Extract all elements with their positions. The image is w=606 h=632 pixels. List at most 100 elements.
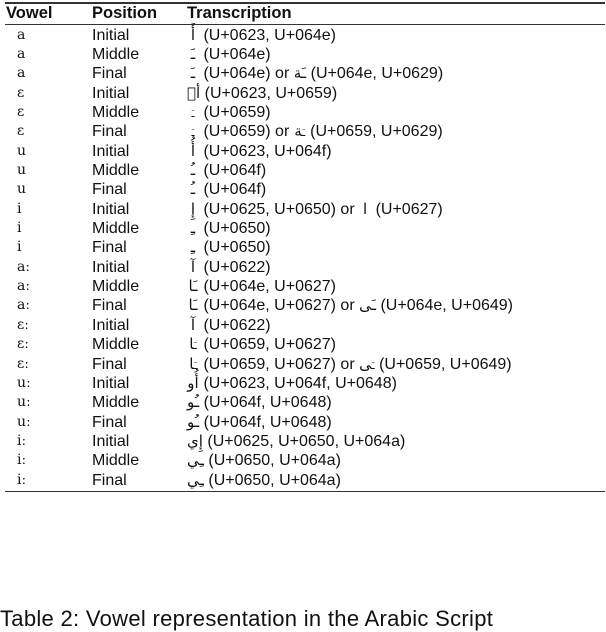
cell-position: Initial [92,316,130,334]
table-row: uː Middle ـُو (U+064f, U+0648) [5,393,605,412]
cell-position: Initial [92,26,130,44]
unicode-codes: (U+064e, U+0627) [203,278,336,296]
cell-transcription: ـٙ (U+0659) [187,103,605,122]
cell-transcription: ـِ (U+0650) [187,238,605,257]
cell-vowel: u [17,142,27,159]
cell-transcription: إِي (U+0625, U+0650, U+064a) [187,432,605,451]
arabic-glyph: ـُو [187,412,200,431]
arabic-glyph-alt: ـٙى [359,354,375,373]
cell-position: Final [92,239,127,257]
cell-vowel: a [17,65,26,82]
unicode-codes-alt: (U+064e, U+0649) [380,297,513,315]
table-row: a Final ـَ (U+064e) or ـَة (U+064e, U+0629… [5,64,605,83]
table-row: i Final ـِ (U+0650) [5,238,605,257]
unicode-codes: (U+0650, U+064a) [208,471,341,489]
cell-vowel: uː [17,374,31,391]
table-row: aː Final ـَا (U+064e, U+0627) or ـَى (U+06… [5,296,605,315]
unicode-codes: (U+0659) [203,104,271,122]
cell-position: Initial [92,258,130,276]
cell-position: Middle [92,46,140,64]
arabic-glyph: ـَ [190,64,196,83]
table-bottom-rule [5,490,605,493]
arabic-glyph: ـٙ [191,103,195,122]
unicode-codes: (U+0623, U+0659) [204,84,338,102]
table-row: ɛː Initial آ (U+0622) [5,316,605,335]
cell-vowel: aː [17,297,31,314]
table-row: u Middle ـُ (U+064f) [5,161,605,180]
cell-position: Middle [92,278,140,296]
cell-vowel: i [17,239,22,256]
cell-position: Middle [92,104,140,122]
arabic-glyph: ـُ [190,161,196,180]
arabic-glyph-alt: ـَى [359,296,377,315]
cell-position: Initial [92,200,130,218]
cell-vowel: iː [17,471,27,488]
cell-position: Initial [92,432,130,450]
cell-transcription: ـٙا (U+0659, U+0627) [187,335,605,354]
unicode-codes: (U+064f) [203,162,267,180]
unicode-codes: (U+064e, U+0627) or [203,297,360,315]
cell-position: Final [92,413,127,431]
unicode-codes: (U+064e) or [203,65,294,83]
cell-transcription: ـٙا (U+0659, U+0627) or ـٙى (U+0659, U+0… [187,355,605,374]
table-body: a Initial أَ (U+0623, U+064e) a Middle ـَ (U+… [5,25,605,491]
table-row: ɛː Final ـٙا (U+0659, U+0627) or ـٙى (U+06… [5,354,605,373]
table-row: ɛ Middle ـٙ (U+0659) [5,103,605,122]
cell-vowel: ɛː [17,316,29,333]
table-row: iː Initial إِي (U+0625, U+0650, U+064a) [5,432,605,451]
cell-transcription: آ (U+0622) [187,258,605,277]
arabic-glyph: ـُ [190,180,196,199]
table-row: ɛ Initial أٙ (U+0623, U+0659) [5,84,605,103]
header-transcription: Transcription [187,4,292,22]
cell-transcription: أُ (U+0623, U+064f) [187,142,605,161]
unicode-codes: (U+0650, U+064a) [208,452,341,470]
arabic-glyph: ـِ [190,238,196,257]
arabic-glyph: ـَا [188,277,198,296]
arabic-glyph: أٙ [187,83,201,102]
unicode-codes-alt: (U+0659, U+0649) [379,355,512,373]
unicode-codes: (U+0622) [203,316,271,334]
unicode-codes: (U+0625, U+0650) or [203,200,360,218]
cell-vowel: uː [17,413,31,430]
arabic-glyph-alt: ا [363,199,368,218]
arabic-glyph: ـُو [187,393,200,412]
cell-vowel: ɛ [17,123,25,140]
cell-position: Final [92,181,127,199]
table-row: iː Middle ـِي (U+0650, U+064a) [5,451,605,470]
unicode-codes: (U+0659, U+0627) or [203,355,360,373]
arabic-glyph: ـَا [188,296,198,315]
cell-transcription: ـُ (U+064f) [187,180,605,199]
cell-position: Initial [92,374,130,392]
arabic-glyph: ـٙ [191,122,195,141]
unicode-codes: (U+0650) [203,239,271,257]
table-row: uː Initial أُو (U+0623, U+064f, U+0648) [5,374,605,393]
cell-vowel: ɛː [17,336,29,353]
arabic-glyph: ـٙا [189,354,197,373]
table-row: iː Final ـِي (U+0650, U+064a) [5,470,605,489]
cell-transcription: آ (U+0622) [187,316,605,335]
cell-position: Final [92,297,127,315]
table-row: ɛ Final ـٙ (U+0659) or ـٙة (U+0659, U+0629… [5,122,605,141]
unicode-codes: (U+0622) [203,258,271,276]
table-row: a Middle ـَ (U+064e) [5,45,605,64]
arabic-glyph: أَ [190,25,196,44]
arabic-glyph: أُ [190,141,196,160]
unicode-codes: (U+0625, U+0650, U+064a) [207,432,406,450]
cell-transcription: ـٙ (U+0659) or ـٙة (U+0659, U+0629) [187,122,605,141]
unicode-codes: (U+064f) [203,181,267,199]
cell-vowel: iː [17,432,27,449]
unicode-codes: (U+0659, U+0627) [203,336,336,354]
unicode-codes: (U+0623, U+064f, U+0648) [203,374,397,392]
unicode-codes-alt: (U+0627) [375,200,443,218]
cell-transcription: ـَ (U+064e) [187,45,605,64]
arabic-glyph: آ [190,315,196,334]
cell-position: Initial [92,84,130,102]
table-row: aː Initial آ (U+0622) [5,258,605,277]
cell-vowel: ɛ [17,104,25,121]
cell-position: Middle [92,452,140,470]
arabic-glyph: ـَ [190,45,196,64]
table-row: u Final ـُ (U+064f) [5,180,605,199]
table-row: uː Final ـُو (U+064f, U+0648) [5,412,605,431]
arabic-glyph-alt: ـٙة [294,122,306,141]
cell-position: Final [92,471,127,489]
